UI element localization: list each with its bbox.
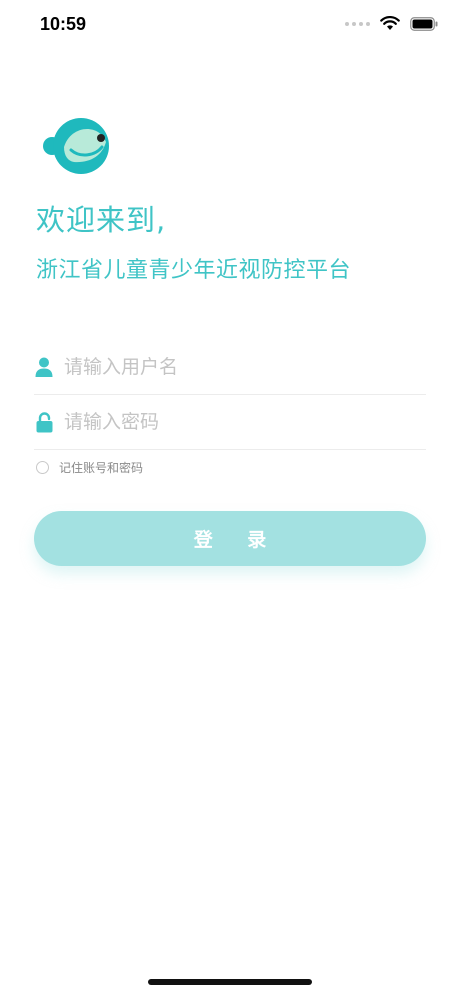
remember-credentials[interactable]: 记住账号和密码 (36, 459, 143, 476)
signal-icon (345, 21, 370, 26)
status-icons (345, 16, 438, 31)
username-field (34, 340, 426, 395)
welcome-title: 欢迎来到, (36, 203, 167, 237)
platform-name: 浙江省儿童青少年近视防控平台 (36, 258, 352, 283)
app-logo (40, 116, 110, 176)
remember-label: 记住账号和密码 (59, 461, 144, 475)
username-input[interactable] (64, 356, 394, 378)
password-input[interactable] (64, 411, 394, 433)
password-field (34, 395, 426, 450)
wifi-icon (380, 16, 400, 31)
remember-radio[interactable] (36, 461, 49, 474)
lock-icon (34, 411, 54, 433)
home-indicator (148, 979, 312, 985)
login-button[interactable]: 登 录 (34, 511, 426, 566)
battery-icon (410, 16, 438, 31)
status-time: 10:59 (40, 14, 87, 34)
user-icon (34, 356, 54, 378)
status-bar: 10:59 (0, 0, 460, 50)
